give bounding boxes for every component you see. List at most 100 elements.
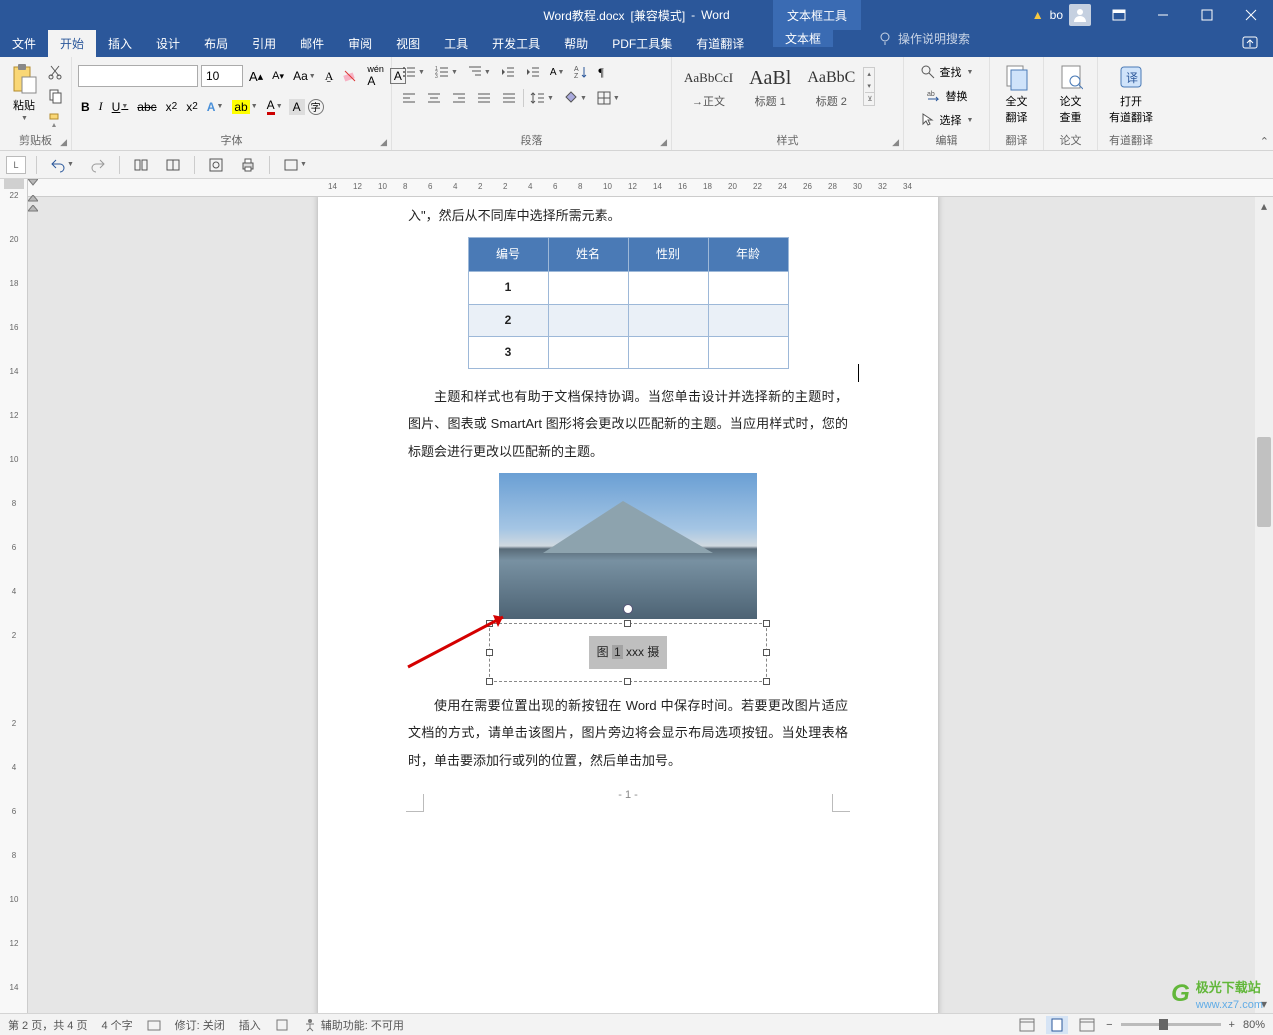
status-insert[interactable]: 插入	[239, 1017, 261, 1033]
superscript-button[interactable]: x2	[183, 97, 201, 117]
decrease-indent-button[interactable]	[497, 61, 519, 83]
text-effects-button[interactable]: A▼	[204, 97, 227, 117]
align-left-button[interactable]	[398, 87, 420, 109]
vertical-ruler[interactable]: 2220181614121086422468101214	[0, 179, 28, 1013]
copy-button[interactable]	[44, 85, 66, 107]
tab-tools[interactable]: 工具	[432, 30, 480, 57]
styles-launcher[interactable]: ◢	[892, 137, 899, 148]
share-button[interactable]	[1241, 34, 1259, 52]
char-shading-button[interactable]: A	[289, 99, 305, 115]
horizontal-ruler[interactable]: 1412108642246810121416182022242628303234	[28, 179, 1273, 197]
scroll-up-arrow[interactable]: ▴	[1255, 197, 1273, 215]
style-gallery[interactable]: AaBbCcI→正文 AaBl标题 1 AaBbC标题 2	[678, 61, 861, 111]
subscript-button[interactable]: x2	[163, 97, 181, 117]
tab-youdao[interactable]: 有道翻译	[684, 30, 756, 57]
format-painter-button[interactable]	[44, 109, 66, 131]
minimize-button[interactable]	[1141, 0, 1185, 30]
scroll-thumb[interactable]	[1257, 437, 1271, 527]
shading-button[interactable]: ▼	[560, 87, 590, 109]
sort-button[interactable]: AZ	[570, 61, 592, 83]
zoom-slider[interactable]	[1121, 1023, 1221, 1026]
tell-me[interactable]: 操作说明搜索	[878, 30, 970, 47]
grow-font-button[interactable]: A▴	[246, 66, 266, 87]
resize-handle[interactable]	[486, 649, 493, 656]
show-marks-button[interactable]: ¶	[595, 62, 606, 83]
highlight-button[interactable]: ab▼	[229, 97, 260, 117]
status-macro-icon[interactable]	[275, 1018, 289, 1032]
tab-dev[interactable]: 开发工具	[480, 30, 552, 57]
find-button[interactable]: 查找▼	[910, 61, 983, 83]
clipboard-launcher[interactable]: ◢	[60, 137, 67, 148]
borders-button[interactable]: ▼	[593, 87, 623, 109]
zoom-level[interactable]: 80%	[1243, 1019, 1265, 1031]
font-launcher[interactable]: ◢	[380, 137, 387, 148]
qat-btn-2[interactable]	[162, 154, 184, 176]
qat-btn-5[interactable]: ▼	[280, 154, 310, 176]
status-page[interactable]: 第 2 页，共 4 页	[8, 1017, 87, 1033]
font-color-button[interactable]: A▼	[264, 95, 286, 118]
tab-review[interactable]: 审阅	[336, 30, 384, 57]
tab-mailings[interactable]: 邮件	[288, 30, 336, 57]
undo-button[interactable]: ▼	[47, 154, 77, 176]
numbering-button[interactable]: 123▼	[431, 61, 461, 83]
collapse-ribbon-button[interactable]: ⌃	[1260, 135, 1269, 148]
status-lang-icon[interactable]	[147, 1018, 161, 1032]
qat-preview-button[interactable]	[205, 154, 227, 176]
maximize-button[interactable]	[1185, 0, 1229, 30]
bullets-button[interactable]: ▼	[398, 61, 428, 83]
style-heading2[interactable]: AaBbC标题 2	[801, 61, 861, 111]
line-spacing-button[interactable]: ▼	[527, 87, 557, 109]
inline-image-mountain[interactable]	[499, 473, 757, 619]
full-translate-button[interactable]: 全文 翻译	[996, 61, 1037, 127]
italic-button[interactable]: I	[96, 96, 106, 117]
resize-handle[interactable]	[624, 678, 631, 685]
tab-pdf[interactable]: PDF工具集	[600, 30, 684, 57]
view-print-button[interactable]	[1046, 1016, 1068, 1034]
tab-references[interactable]: 引用	[240, 30, 288, 57]
user-area[interactable]: ▲ bo	[1032, 4, 1091, 26]
underline-button[interactable]: U▼	[109, 97, 132, 117]
open-youdao-button[interactable]: 译 打开 有道翻译	[1104, 61, 1158, 127]
distribute-button[interactable]	[498, 87, 520, 109]
paste-button[interactable]: 粘贴 ▼	[6, 61, 42, 131]
tab-view[interactable]: 视图	[384, 30, 432, 57]
tab-home[interactable]: 开始	[48, 30, 96, 57]
resize-handle[interactable]	[763, 678, 770, 685]
change-case-button[interactable]: Aa▼	[290, 66, 319, 86]
resize-handle[interactable]	[486, 620, 493, 627]
cut-button[interactable]	[44, 61, 66, 83]
strikethrough-button[interactable]: abc	[134, 97, 159, 117]
rotate-handle[interactable]	[623, 604, 633, 614]
align-center-button[interactable]	[423, 87, 445, 109]
clear-format-button[interactable]	[339, 65, 361, 87]
scroll-down-arrow[interactable]: ▾	[1255, 995, 1273, 1013]
ruler-toggle[interactable]: L	[6, 156, 26, 174]
resize-handle[interactable]	[624, 620, 631, 627]
style-normal[interactable]: AaBbCcI→正文	[678, 61, 739, 111]
redo-button[interactable]	[87, 154, 109, 176]
ribbon-display-options[interactable]	[1097, 0, 1141, 30]
zoom-out-button[interactable]: −	[1106, 1019, 1112, 1031]
paragraph-launcher[interactable]: ◢	[660, 137, 667, 148]
font-family-input[interactable]	[78, 65, 198, 87]
resize-handle[interactable]	[763, 620, 770, 627]
user-avatar-icon[interactable]	[1069, 4, 1091, 26]
tab-design[interactable]: 设计	[144, 30, 192, 57]
qat-btn-1[interactable]	[130, 154, 152, 176]
phonetic-guide-button[interactable]: A̱	[322, 66, 337, 87]
zoom-in-button[interactable]: +	[1229, 1019, 1235, 1031]
status-a11y[interactable]: 辅助功能: 不可用	[303, 1017, 404, 1033]
caption-text[interactable]: 图 1 xxx 摄	[589, 636, 668, 669]
thesis-check-button[interactable]: 论文 查重	[1050, 61, 1091, 127]
tab-help[interactable]: 帮助	[552, 30, 600, 57]
resize-handle[interactable]	[486, 678, 493, 685]
close-button[interactable]	[1229, 0, 1273, 30]
enclose-char-button[interactable]: 字	[308, 99, 324, 115]
justify-button[interactable]	[473, 87, 495, 109]
tab-layout[interactable]: 布局	[192, 30, 240, 57]
view-web-button[interactable]	[1076, 1016, 1098, 1034]
document-canvas[interactable]: 入"，然后从不同库中选择所需元素。 编号姓名性别年龄 1 2 3 主题和样式也有…	[28, 197, 1255, 1013]
selected-textbox[interactable]: 图 1 xxx 摄	[489, 623, 767, 682]
align-right-button[interactable]	[448, 87, 470, 109]
status-words[interactable]: 4 个字	[101, 1017, 132, 1033]
